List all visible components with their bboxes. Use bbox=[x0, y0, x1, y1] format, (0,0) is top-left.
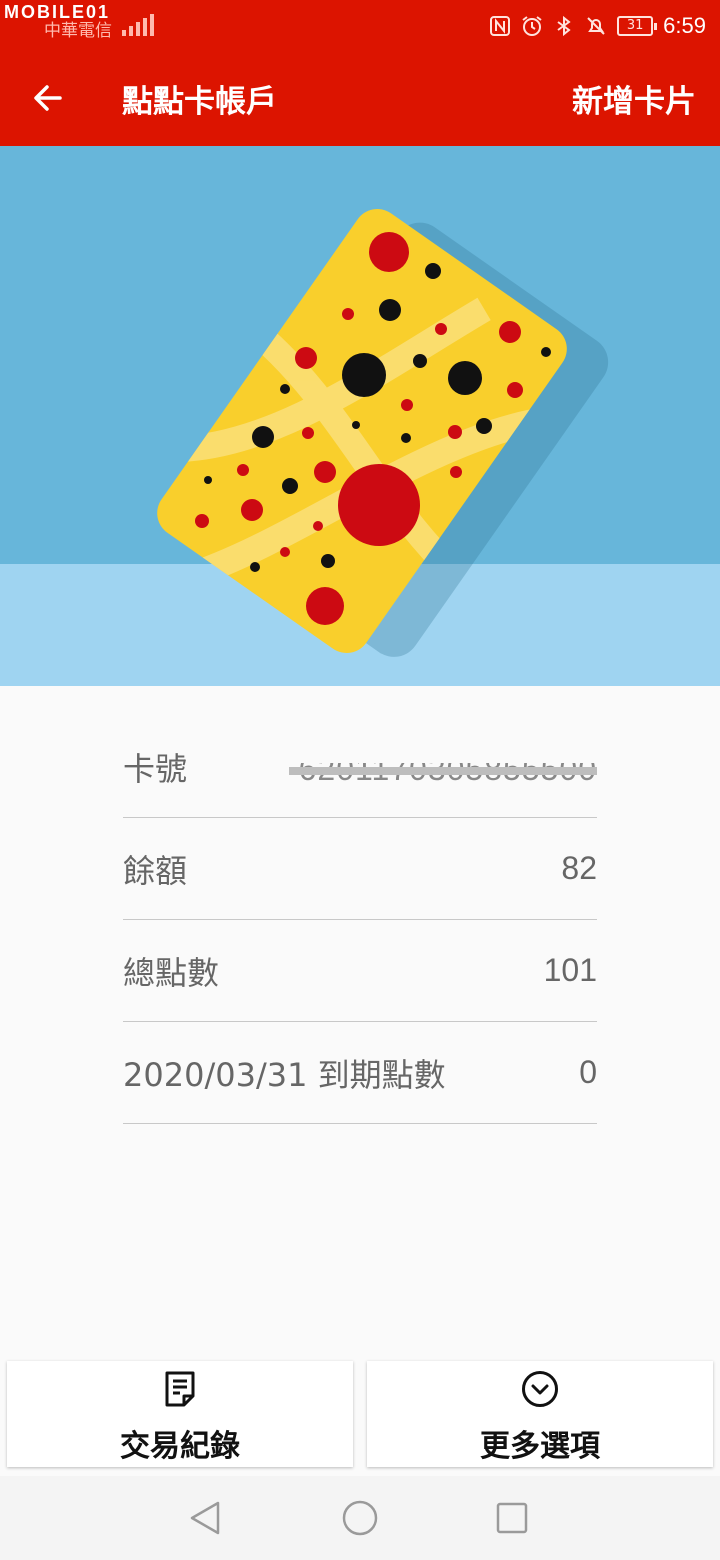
alarm-icon bbox=[522, 16, 542, 36]
back-arrow-icon[interactable] bbox=[28, 78, 68, 118]
nfc-icon bbox=[490, 16, 511, 36]
balance-label: 餘額 bbox=[123, 851, 188, 890]
more-options-button[interactable]: 更多選項 bbox=[367, 1361, 713, 1467]
status-icons: 31 6:59 bbox=[489, 10, 706, 42]
transactions-button[interactable]: 交易紀錄 bbox=[7, 1361, 353, 1467]
card-hero-image bbox=[0, 146, 720, 686]
bluetooth-icon bbox=[557, 15, 571, 37]
app-header: MOBILE01 中華電信 31 6:59 點點卡帳戶 新增卡片 bbox=[0, 0, 720, 146]
card-info-list: 卡號 6201170305855500 餘額 82 總點數 101 2020/0… bbox=[123, 716, 597, 1124]
more-options-label: 更多選項 bbox=[480, 1429, 600, 1464]
battery-icon: 31 bbox=[617, 16, 658, 36]
carrier-name: 中華電信 bbox=[44, 21, 112, 41]
status-bar: MOBILE01 中華電信 31 6:59 bbox=[0, 0, 720, 52]
mask-top bbox=[281, 748, 597, 763]
expiring-points-label: 2020/03/31 到期點數 bbox=[123, 1055, 446, 1094]
card-number-row: 卡號 6201170305855500 bbox=[123, 716, 597, 818]
balance-row: 餘額 82 bbox=[123, 818, 597, 920]
card-illustration bbox=[0, 146, 720, 686]
system-nav-bar bbox=[0, 1476, 720, 1560]
bell-muted-icon bbox=[587, 17, 605, 35]
signal-icon bbox=[122, 14, 154, 36]
bottom-actions: 交易紀錄 更多選項 bbox=[0, 1358, 720, 1472]
mask-bar bbox=[289, 766, 597, 775]
page-title: 點點卡帳戶 bbox=[122, 84, 277, 120]
chevron-down-circle-icon bbox=[522, 1371, 558, 1407]
expiring-points-value: 0 bbox=[579, 1054, 597, 1090]
add-card-button[interactable]: 新增卡片 bbox=[572, 76, 696, 121]
triangle-back-icon[interactable] bbox=[186, 1498, 226, 1538]
expiring-points-row: 2020/03/31 到期點數 0 bbox=[123, 1022, 597, 1124]
transactions-label: 交易紀錄 bbox=[120, 1429, 240, 1464]
document-icon bbox=[165, 1371, 195, 1407]
card-number-masked: 6201170305855500 bbox=[281, 748, 597, 785]
square-recent-icon[interactable] bbox=[492, 1498, 532, 1538]
total-points-value: 101 bbox=[543, 952, 597, 988]
clock: 6:59 bbox=[663, 13, 706, 38]
card-number-label: 卡號 bbox=[123, 749, 188, 788]
total-points-label: 總點數 bbox=[123, 953, 220, 992]
circle-home-icon[interactable] bbox=[340, 1498, 380, 1538]
total-points-row: 總點數 101 bbox=[123, 920, 597, 1022]
balance-value: 82 bbox=[561, 850, 597, 886]
